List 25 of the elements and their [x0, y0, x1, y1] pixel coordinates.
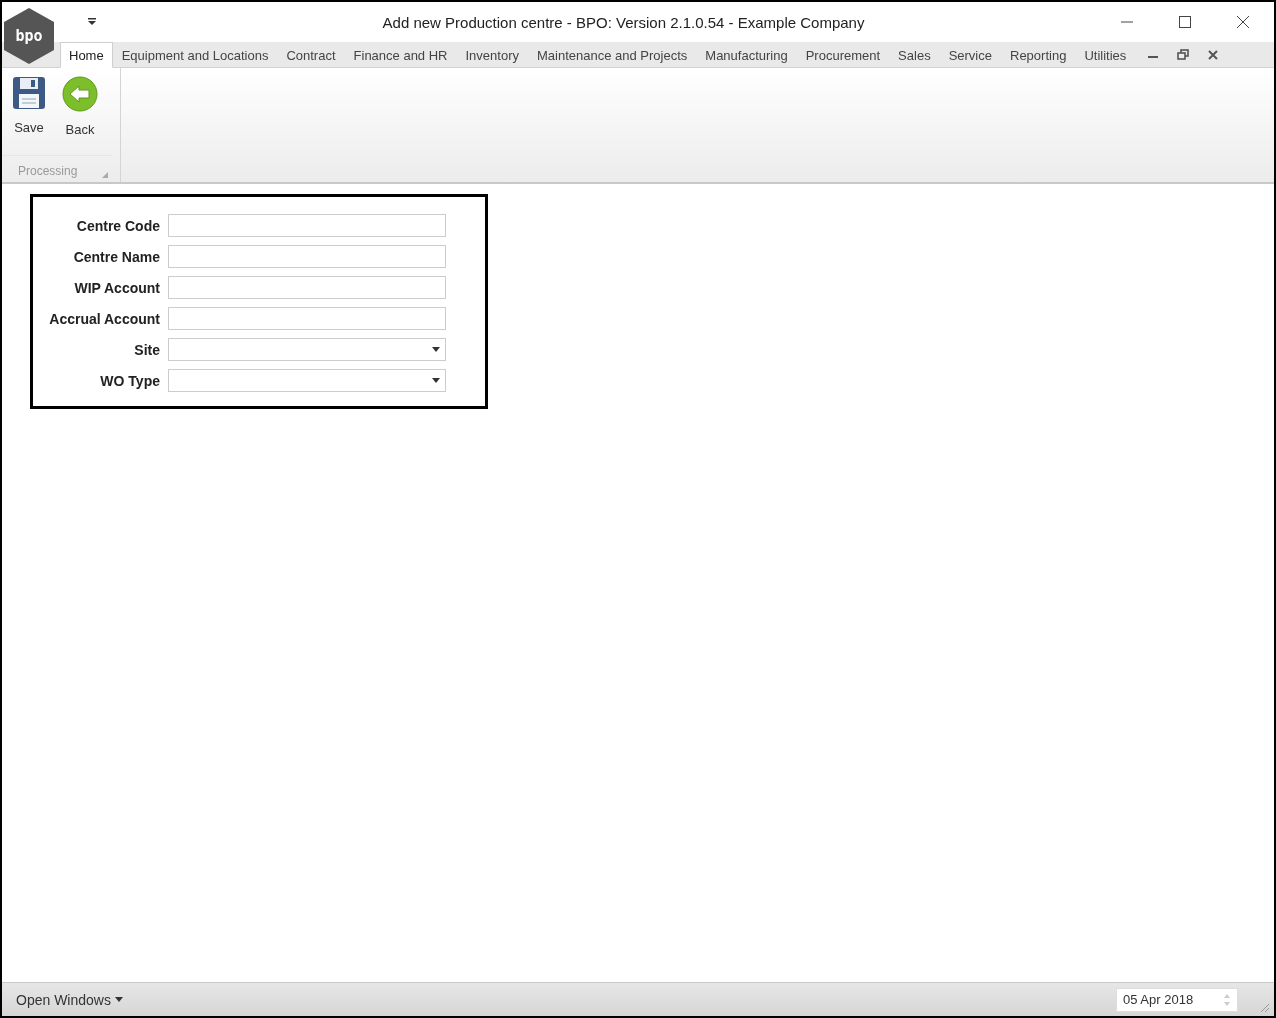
- open-windows-button[interactable]: Open Windows: [10, 990, 129, 1009]
- save-button[interactable]: Save: [8, 76, 50, 144]
- ribbon-tab[interactable]: Maintenance and Projects: [528, 43, 697, 67]
- field-label: Centre Code: [75, 217, 160, 234]
- group-label: Processing: [18, 164, 78, 178]
- app-logo[interactable]: bpo: [4, 8, 54, 64]
- ribbon-tab[interactable]: Contract: [277, 43, 345, 67]
- window-title: Add new Production centre - BPO: Version 2.1.0.54 - Example Company: [381, 13, 866, 31]
- ribbon-tab[interactable]: Finance and HR: [344, 43, 457, 67]
- ribbon-tab[interactable]: Reporting: [1001, 43, 1076, 67]
- ribbon-tab[interactable]: Utilities: [1075, 43, 1136, 67]
- field-label: Accrual Account: [48, 310, 160, 327]
- ribbon-tab[interactable]: Home: [60, 42, 113, 68]
- ribbon-tab[interactable]: Sales: [889, 43, 940, 67]
- field-label: WIP Account: [73, 279, 160, 296]
- ribbon-tab[interactable]: Manufacturing: [696, 43, 797, 67]
- back-button[interactable]: Back: [58, 76, 102, 144]
- date-field[interactable]: 05 Apr 2018: [1116, 987, 1238, 1012]
- field-label: WO Type: [99, 372, 160, 389]
- field-label: Centre Name: [72, 248, 160, 265]
- ribbon-tab[interactable]: Service: [939, 43, 1001, 67]
- ribbon-tab[interactable]: Inventory: [456, 43, 528, 67]
- ribbon-tab[interactable]: Procurement: [796, 43, 890, 67]
- field-label: Site: [133, 341, 160, 358]
- ribbon-tab[interactable]: Equipment and Locations: [112, 43, 278, 67]
